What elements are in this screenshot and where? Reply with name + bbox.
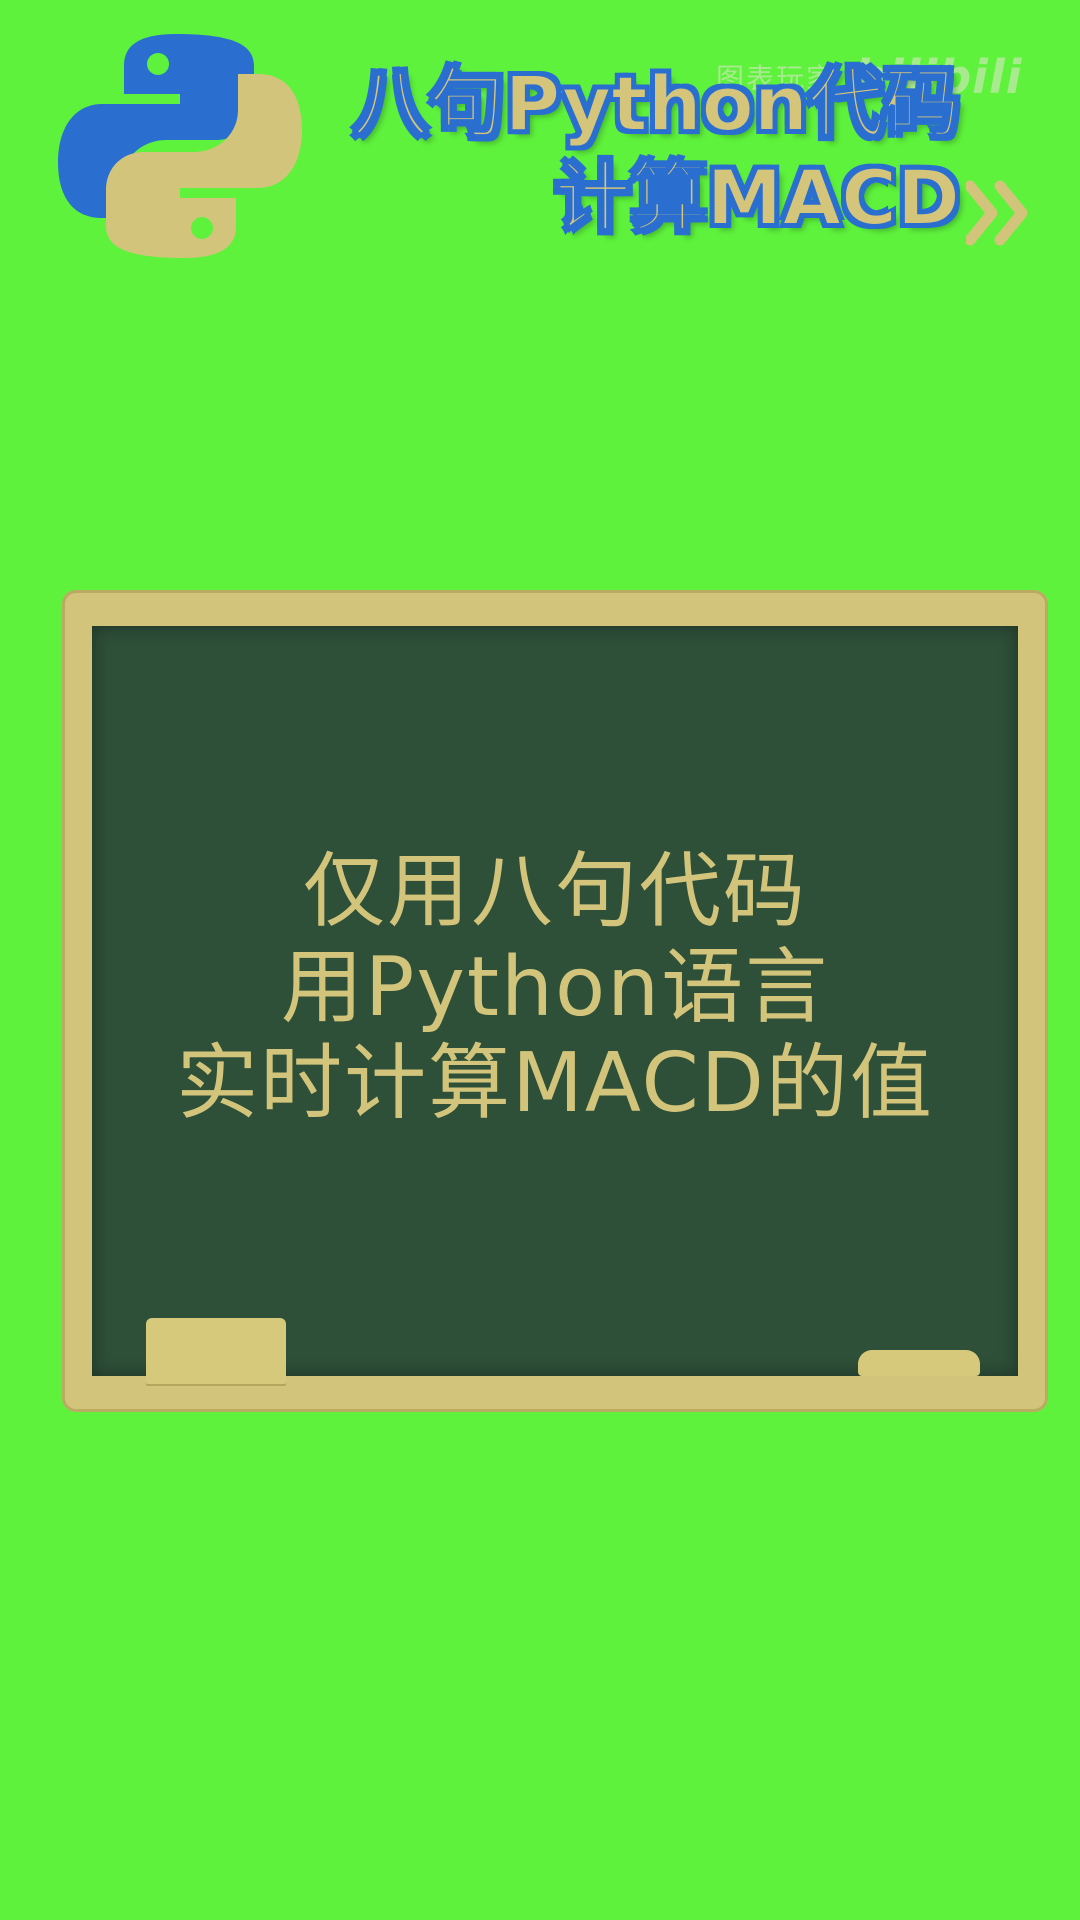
board-line-2: 用Python语言 bbox=[280, 940, 830, 1035]
chalkboard: 仅用八句代码 用Python语言 实时计算MACD的值 bbox=[92, 626, 1018, 1376]
board-line-1: 仅用八句代码 bbox=[302, 844, 807, 939]
title-line-1: 八句Python代码 bbox=[352, 58, 961, 149]
python-logo-icon bbox=[58, 34, 302, 258]
double-chevron-right-icon bbox=[966, 180, 1028, 246]
chalkboard-text: 仅用八句代码 用Python语言 实时计算MACD的值 bbox=[92, 844, 1018, 1132]
chalkboard-frame: 仅用八句代码 用Python语言 实时计算MACD的值 bbox=[62, 590, 1048, 1412]
board-line-3: 实时计算MACD的值 bbox=[176, 1036, 934, 1131]
chalk-piece bbox=[858, 1350, 980, 1376]
video-title: 八句Python代码 计算MACD bbox=[352, 58, 961, 244]
chalkboard-eraser bbox=[146, 1318, 286, 1384]
title-line-2: 计算MACD bbox=[554, 152, 961, 243]
